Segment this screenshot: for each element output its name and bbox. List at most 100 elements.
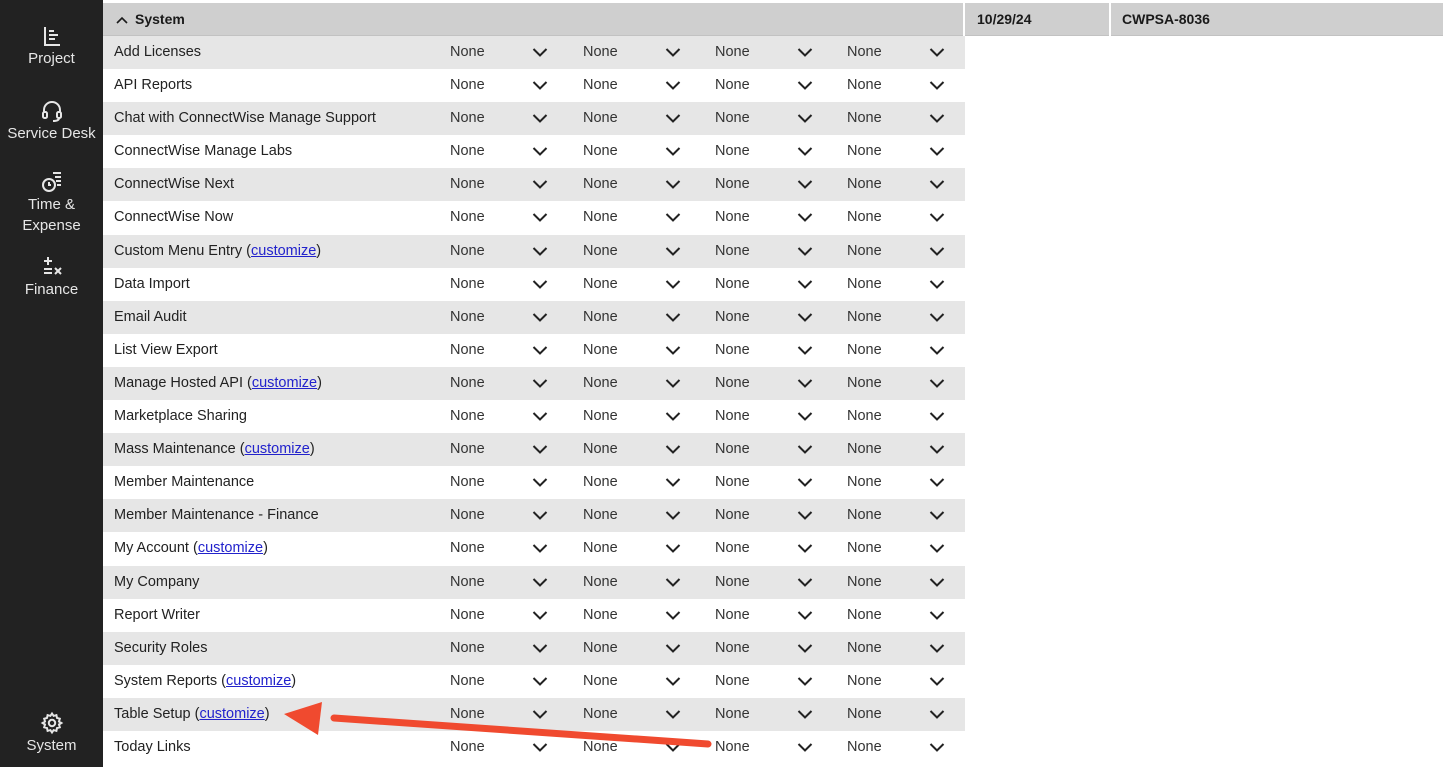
permission-select-1[interactable]: None xyxy=(450,632,570,665)
permission-select-3[interactable]: None xyxy=(715,499,835,532)
permission-select-1[interactable]: None xyxy=(450,367,570,400)
permission-select-4[interactable]: None xyxy=(847,665,967,698)
permission-select-1[interactable]: None xyxy=(450,334,570,367)
permission-select-1[interactable]: None xyxy=(450,268,570,301)
permission-select-1[interactable]: None xyxy=(450,731,570,764)
permission-select-2[interactable]: None xyxy=(583,367,703,400)
permission-select-1[interactable]: None xyxy=(450,36,570,69)
permission-select-3[interactable]: None xyxy=(715,268,835,301)
permission-select-4[interactable]: None xyxy=(847,135,967,168)
permission-select-2[interactable]: None xyxy=(583,268,703,301)
permission-select-1[interactable]: None xyxy=(450,301,570,334)
permission-select-3[interactable]: None xyxy=(715,433,835,466)
customize-link[interactable]: customize xyxy=(226,673,291,689)
permission-select-1[interactable]: None xyxy=(450,69,570,102)
permission-select-3[interactable]: None xyxy=(715,731,835,764)
permission-select-4[interactable]: None xyxy=(847,301,967,334)
permission-select-2[interactable]: None xyxy=(583,301,703,334)
permission-select-2[interactable]: None xyxy=(583,466,703,499)
permission-select-4[interactable]: None xyxy=(847,698,967,731)
permission-select-4[interactable]: None xyxy=(847,235,967,268)
permission-select-2[interactable]: None xyxy=(583,698,703,731)
permission-select-2[interactable]: None xyxy=(583,201,703,234)
permission-select-1[interactable]: None xyxy=(450,599,570,632)
permission-select-4[interactable]: None xyxy=(847,632,967,665)
permission-select-4[interactable]: None xyxy=(847,69,967,102)
permission-select-2[interactable]: None xyxy=(583,566,703,599)
permission-select-1[interactable]: None xyxy=(450,135,570,168)
permission-select-4[interactable]: None xyxy=(847,36,967,69)
permission-select-2[interactable]: None xyxy=(583,499,703,532)
permission-select-3[interactable]: None xyxy=(715,698,835,731)
permission-select-2[interactable]: None xyxy=(583,599,703,632)
permission-select-4[interactable]: None xyxy=(847,499,967,532)
sidebar-item-finance[interactable]: Finance xyxy=(0,255,103,300)
permission-select-4[interactable]: None xyxy=(847,168,967,201)
permission-select-4[interactable]: None xyxy=(847,566,967,599)
permission-select-2[interactable]: None xyxy=(583,400,703,433)
permission-select-4[interactable]: None xyxy=(847,731,967,764)
sidebar-item-project[interactable]: Project xyxy=(0,24,103,69)
customize-link[interactable]: customize xyxy=(252,375,317,391)
permission-select-4[interactable]: None xyxy=(847,268,967,301)
permission-select-2[interactable]: None xyxy=(583,168,703,201)
permission-select-3[interactable]: None xyxy=(715,201,835,234)
permission-select-1[interactable]: None xyxy=(450,532,570,565)
permission-select-1[interactable]: None xyxy=(450,665,570,698)
permission-select-1[interactable]: None xyxy=(450,168,570,201)
permission-select-3[interactable]: None xyxy=(715,532,835,565)
permission-select-3[interactable]: None xyxy=(715,334,835,367)
permission-select-1[interactable]: None xyxy=(450,235,570,268)
permission-select-1[interactable]: None xyxy=(450,566,570,599)
permission-select-3[interactable]: None xyxy=(715,400,835,433)
permission-select-1[interactable]: None xyxy=(450,499,570,532)
section-collapse-toggle[interactable]: System xyxy=(115,3,185,36)
permission-select-4[interactable]: None xyxy=(847,400,967,433)
permission-select-4[interactable]: None xyxy=(847,102,967,135)
sidebar-item-service-desk[interactable]: Service Desk xyxy=(0,99,103,144)
permission-select-2[interactable]: None xyxy=(583,731,703,764)
permission-select-3[interactable]: None xyxy=(715,367,835,400)
permission-select-2[interactable]: None xyxy=(583,235,703,268)
permission-select-2[interactable]: None xyxy=(583,334,703,367)
permission-select-4[interactable]: None xyxy=(847,334,967,367)
permission-select-2[interactable]: None xyxy=(583,433,703,466)
permission-select-3[interactable]: None xyxy=(715,102,835,135)
permission-select-2[interactable]: None xyxy=(583,632,703,665)
permission-select-4[interactable]: None xyxy=(847,201,967,234)
customize-link[interactable]: customize xyxy=(245,441,310,457)
permission-select-2[interactable]: None xyxy=(583,532,703,565)
permission-select-4[interactable]: None xyxy=(847,599,967,632)
permission-select-2[interactable]: None xyxy=(583,665,703,698)
permission-select-4[interactable]: None xyxy=(847,367,967,400)
customize-link[interactable]: customize xyxy=(251,243,316,259)
permission-select-1[interactable]: None xyxy=(450,433,570,466)
permission-select-1[interactable]: None xyxy=(450,698,570,731)
permission-select-2[interactable]: None xyxy=(583,36,703,69)
permission-select-2[interactable]: None xyxy=(583,69,703,102)
permission-select-3[interactable]: None xyxy=(715,301,835,334)
permission-select-4[interactable]: None xyxy=(847,532,967,565)
permission-select-1[interactable]: None xyxy=(450,400,570,433)
permission-select-2[interactable]: None xyxy=(583,102,703,135)
permission-select-3[interactable]: None xyxy=(715,168,835,201)
permission-select-3[interactable]: None xyxy=(715,665,835,698)
permission-select-1[interactable]: None xyxy=(450,102,570,135)
customize-link[interactable]: customize xyxy=(199,706,264,722)
permission-select-3[interactable]: None xyxy=(715,69,835,102)
permission-select-3[interactable]: None xyxy=(715,632,835,665)
permission-select-3[interactable]: None xyxy=(715,599,835,632)
permission-select-4[interactable]: None xyxy=(847,466,967,499)
customize-link[interactable]: customize xyxy=(198,540,263,556)
permission-select-2[interactable]: None xyxy=(583,135,703,168)
permission-select-3[interactable]: None xyxy=(715,235,835,268)
sidebar-item-time-expense[interactable]: Time & Expense xyxy=(0,170,103,236)
permission-select-3[interactable]: None xyxy=(715,566,835,599)
permission-select-3[interactable]: None xyxy=(715,466,835,499)
permission-select-1[interactable]: None xyxy=(450,201,570,234)
sidebar-item-system[interactable]: System xyxy=(0,711,103,756)
permission-select-1[interactable]: None xyxy=(450,466,570,499)
permission-select-3[interactable]: None xyxy=(715,135,835,168)
permission-select-4[interactable]: None xyxy=(847,433,967,466)
permission-select-3[interactable]: None xyxy=(715,36,835,69)
